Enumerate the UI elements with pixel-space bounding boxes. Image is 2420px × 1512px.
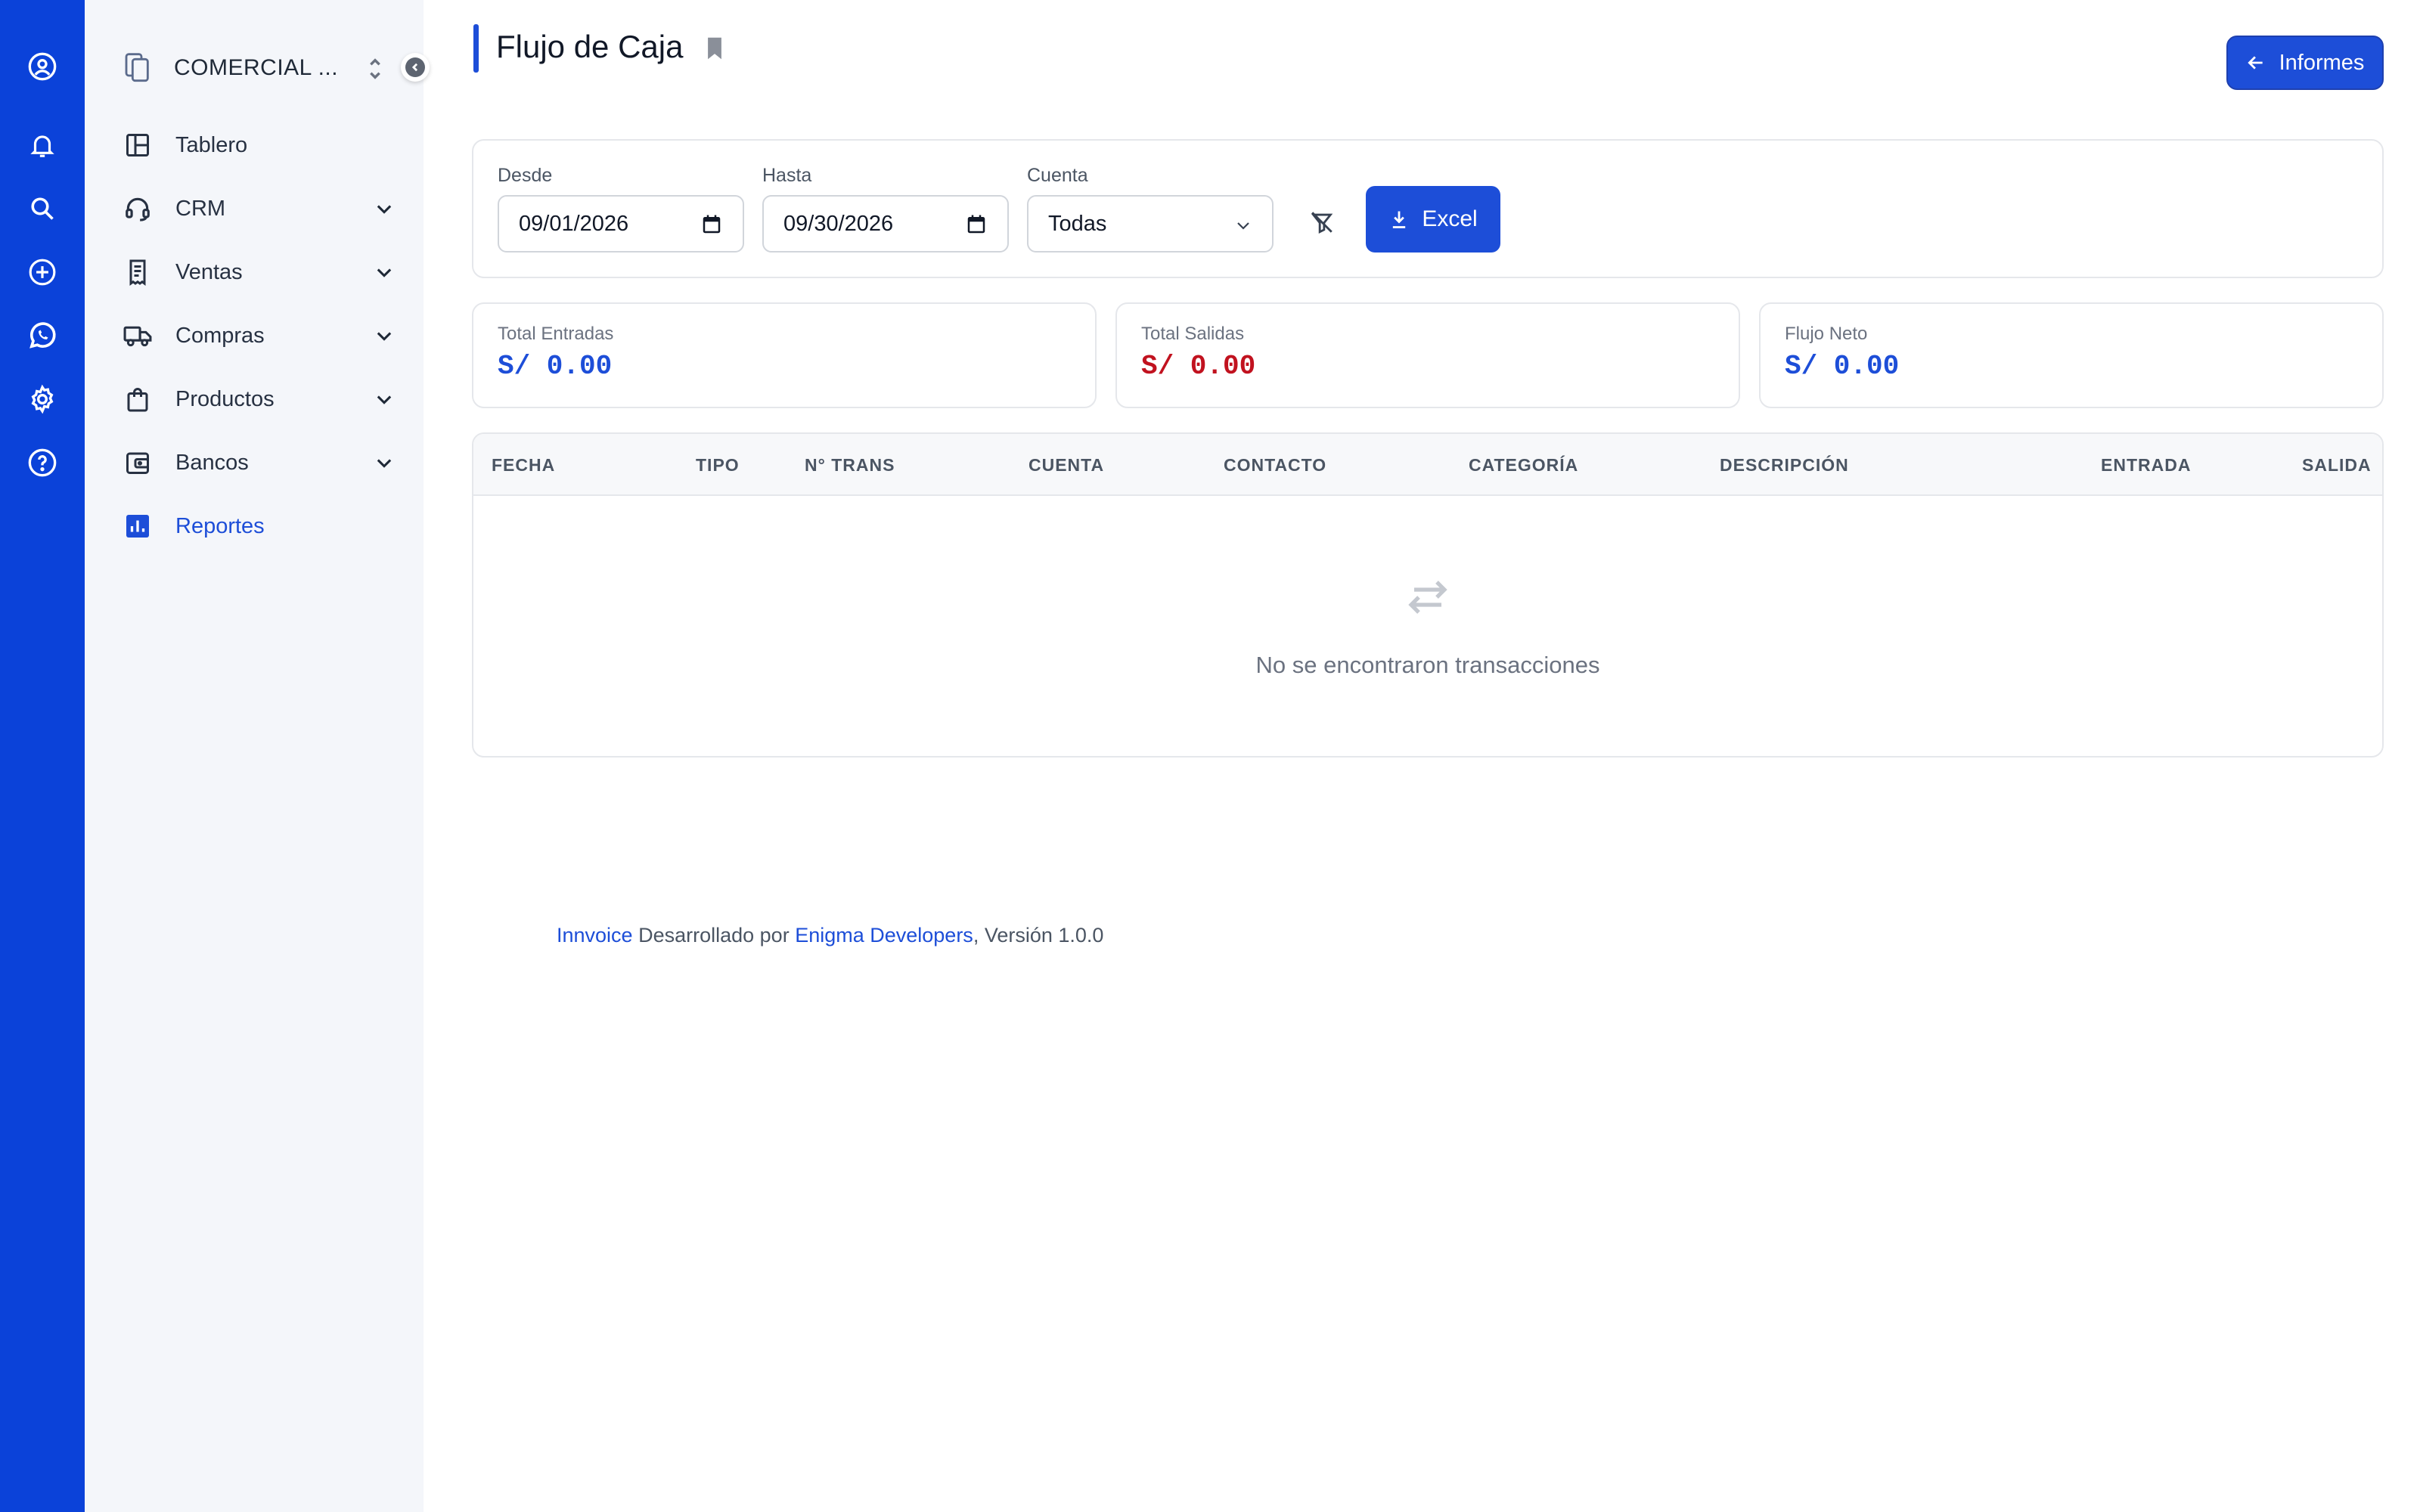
sidebar-item-tablero[interactable]: Tablero [123, 122, 402, 168]
title-accent-bar [473, 24, 479, 73]
company-selector[interactable]: COMERCIAL ... [123, 45, 402, 91]
desde-date-input[interactable]: 09/01/2026 [498, 195, 744, 253]
shopping-bag-icon [123, 384, 153, 414]
collapse-sidebar-button[interactable] [401, 53, 430, 82]
stat-label: Flujo Neto [1785, 324, 1868, 344]
cuenta-select-value: Todas [1048, 211, 1107, 236]
arrow-left-icon [2247, 56, 2263, 70]
sidebar-item-label: Ventas [175, 259, 243, 284]
chevron-down-icon [1237, 222, 1249, 230]
chevron-down-icon [377, 268, 392, 277]
documents-icon [125, 53, 149, 82]
stat-card-flujo-neto: Flujo Neto S/ 0.00 [1759, 302, 2384, 408]
column-n-trans[interactable]: N° TRANS [805, 455, 895, 476]
sidebar-item-label: Bancos [175, 450, 249, 475]
column-tipo[interactable]: TIPO [696, 455, 740, 476]
sidebar-item-label: CRM [175, 196, 226, 221]
filter-off-icon [1311, 212, 1333, 234]
dashboard-icon [123, 130, 153, 160]
footer: Innvoice Desarrollado por Enigma Develop… [557, 924, 1103, 947]
column-entrada[interactable]: ENTRADA [2101, 455, 2191, 476]
column-fecha[interactable]: FECHA [492, 455, 555, 476]
bookmark-icon[interactable] [705, 36, 724, 60]
wallet-icon [123, 448, 153, 478]
sidebar-item-label: Productos [175, 386, 275, 411]
footer-brand-link[interactable]: Innvoice [557, 924, 633, 947]
chevron-left-icon [411, 63, 418, 72]
column-descripcion[interactable]: DESCRIPCIÓN [1720, 455, 1849, 476]
hasta-label: Hasta [762, 165, 812, 186]
transfer-arrows-icon [1405, 578, 1450, 617]
table-header: FECHA TIPO N° TRANS CUENTA CONTACTO CATE… [473, 434, 2382, 496]
footer-company-link[interactable]: Enigma Developers [795, 924, 973, 947]
calendar-icon [967, 215, 985, 234]
cuenta-select[interactable]: Todas [1027, 195, 1274, 253]
chevron-down-icon [377, 459, 392, 468]
company-name: COMERCIAL ... [174, 55, 339, 80]
sidebar-item-productos[interactable]: Productos [123, 376, 402, 422]
user-circle-icon[interactable] [24, 48, 60, 85]
stat-value: S/ 0.00 [1141, 351, 1256, 382]
clear-filter-button[interactable] [1301, 201, 1343, 243]
footer-developed-by: Desarrollado por [632, 924, 796, 947]
bell-icon[interactable] [24, 127, 60, 163]
sidebar-item-crm[interactable]: CRM [123, 186, 402, 231]
calendar-icon [703, 215, 721, 234]
truck-icon [123, 321, 153, 351]
stat-card-total-entradas: Total Entradas S/ 0.00 [472, 302, 1097, 408]
excel-export-button[interactable]: Excel [1366, 186, 1500, 253]
stat-card-total-salidas: Total Salidas S/ 0.00 [1115, 302, 1740, 408]
receipt-icon [123, 257, 153, 287]
page-title: Flujo de Caja [496, 29, 684, 64]
chevron-down-icon [377, 332, 392, 341]
chevron-down-icon [377, 395, 392, 404]
sidebar-item-compras[interactable]: Compras [123, 313, 402, 358]
transactions-table: FECHA TIPO N° TRANS CUENTA CONTACTO CATE… [472, 432, 2384, 758]
sidebar-item-reportes[interactable]: Reportes [123, 503, 402, 549]
stat-value: S/ 0.00 [498, 351, 613, 382]
column-cuenta[interactable]: CUENTA [1028, 455, 1104, 476]
sidebar-item-ventas[interactable]: Ventas [123, 249, 402, 295]
sidebar-item-label: Tablero [175, 132, 248, 157]
help-icon[interactable] [24, 445, 60, 481]
download-icon [1393, 211, 1406, 228]
column-categoria[interactable]: CATEGORÍA [1469, 455, 1578, 476]
desde-label: Desde [498, 165, 553, 186]
stat-label: Total Salidas [1141, 324, 1245, 344]
sidebar: COMERCIAL ... Tablero CRM Ventas Compras [85, 0, 430, 1512]
sidebar-item-label: Compras [175, 323, 265, 348]
headset-icon [123, 194, 153, 224]
column-contacto[interactable]: CONTACTO [1224, 455, 1326, 476]
bar-chart-icon [123, 511, 153, 541]
plus-circle-icon[interactable] [24, 254, 60, 290]
excel-label: Excel [1422, 206, 1478, 231]
search-icon[interactable] [24, 191, 60, 227]
whatsapp-icon[interactable] [24, 318, 60, 354]
stat-label: Total Entradas [498, 324, 614, 344]
icon-rail [0, 0, 85, 1512]
footer-version: , Versión 1.0.0 [973, 924, 1104, 947]
chevron-down-icon [377, 205, 392, 214]
stat-value: S/ 0.00 [1785, 351, 1900, 382]
desde-date-value: 09/01/2026 [519, 211, 629, 236]
empty-state-text: No se encontraron transacciones [1255, 652, 1600, 678]
chevron-updown-icon [370, 58, 380, 79]
informes-button[interactable]: Informes [2226, 36, 2384, 90]
sidebar-item-bancos[interactable]: Bancos [123, 440, 402, 485]
sidebar-item-label: Reportes [175, 513, 265, 538]
informes-label: Informes [2279, 50, 2365, 75]
hasta-date-value: 09/30/2026 [783, 211, 894, 236]
column-salida[interactable]: SALIDA [2302, 455, 2372, 476]
cuenta-label: Cuenta [1027, 165, 1088, 186]
hasta-date-input[interactable]: 09/30/2026 [762, 195, 1009, 253]
gear-icon[interactable] [24, 381, 60, 417]
